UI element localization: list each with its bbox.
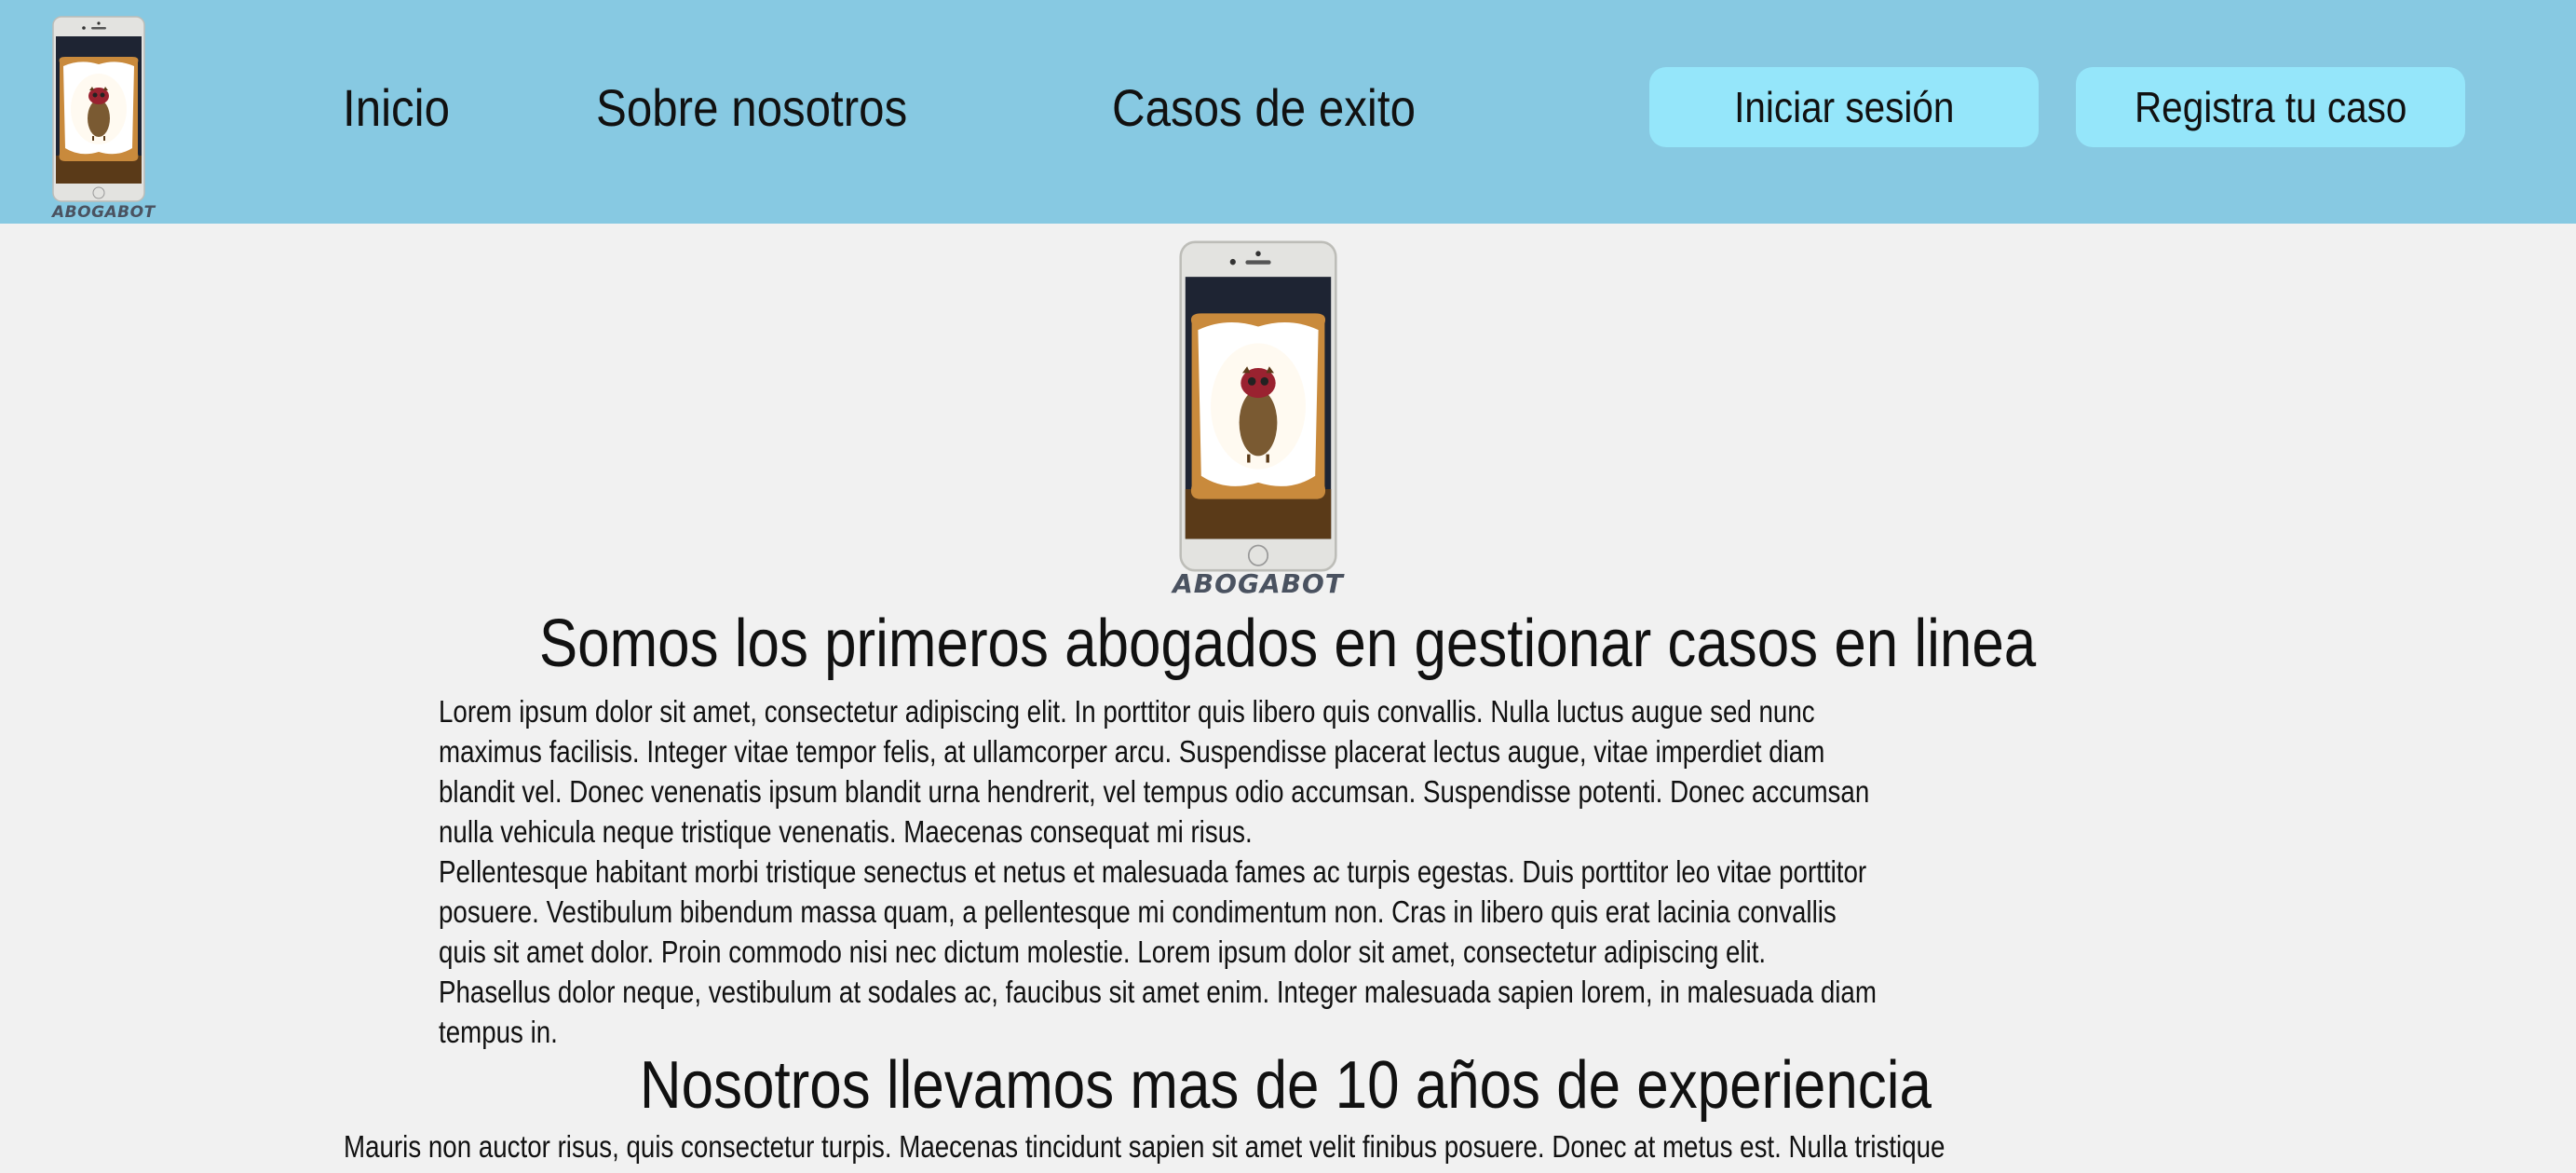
nav-casos-de-exito[interactable]: Casos de exito <box>1112 75 1416 142</box>
experience-title: Nosotros llevamos mas de 10 años de expe… <box>639 1048 1932 1123</box>
phone-owl-logo-icon <box>1179 240 1337 572</box>
nav-inicio[interactable]: Inicio <box>343 75 450 142</box>
experience-paragraph: Mauris non auctor risus, quis consectetu… <box>344 1129 1946 1164</box>
nav-sobre-nosotros[interactable]: Sobre nosotros <box>596 75 907 142</box>
hero-paragraph: Lorem ipsum dolor sit amet, consectetur … <box>439 694 1877 1049</box>
login-button-label: Iniciar sesión <box>1733 83 1955 131</box>
logo-caption: ABOGABOT <box>52 203 156 222</box>
phone-owl-logo-icon <box>52 13 145 205</box>
login-button[interactable]: Iniciar sesión <box>1649 67 2039 147</box>
register-case-button-label: Registra tu caso <box>2134 83 2407 131</box>
hero-title: Somos los primeros abogados en gestionar… <box>539 607 2037 681</box>
site-logo[interactable]: ABOGABOT <box>52 13 155 222</box>
hero-logo: ABOGABOT <box>1173 240 1343 599</box>
register-case-button[interactable]: Registra tu caso <box>2076 67 2465 147</box>
hero-logo-caption: ABOGABOT <box>1173 568 1344 599</box>
top-navbar: ABOGABOT Inicio Sobre nosotros Casos de … <box>0 0 2576 224</box>
